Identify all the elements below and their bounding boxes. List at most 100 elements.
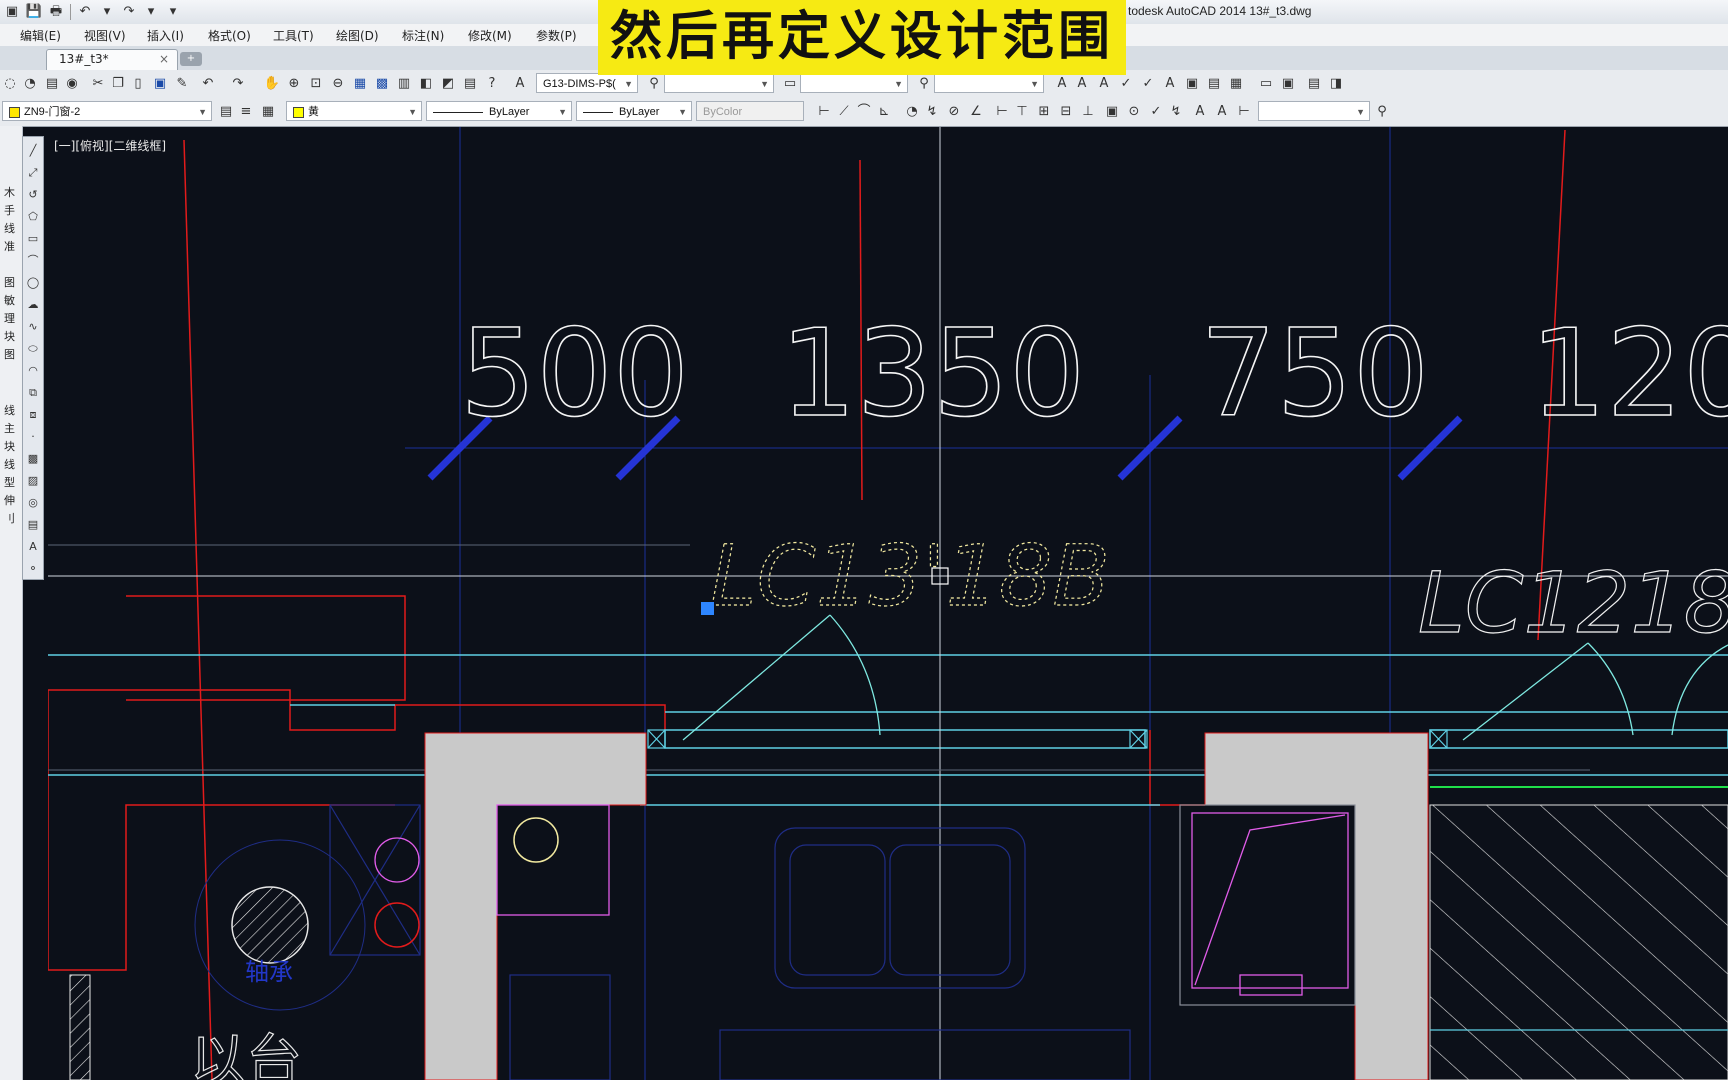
hatch-icon[interactable]: ▩: [25, 451, 41, 467]
table-icon[interactable]: ▭: [1256, 74, 1276, 94]
dim-ordinate-icon[interactable]: ⊾: [874, 102, 894, 122]
text-convert-icon[interactable]: ▦: [1226, 74, 1246, 94]
line-icon[interactable]: ╱: [25, 143, 41, 159]
layer-select[interactable]: ZN9-门窗-2 ▼: [2, 101, 212, 121]
app-menu-icon[interactable]: ▣: [2, 3, 22, 21]
dim-update-icon[interactable]: ⊢: [1234, 102, 1254, 122]
spell-check-icon[interactable]: ✓: [1116, 74, 1136, 94]
copy-icon[interactable]: ❐: [108, 74, 128, 94]
close-tab-icon[interactable]: ×: [159, 52, 169, 66]
region-icon[interactable]: ◎: [25, 495, 41, 511]
menu-format[interactable]: 格式(O): [208, 27, 251, 44]
linetype-select[interactable]: ByLayer ▼: [426, 101, 572, 121]
layer-properties-icon[interactable]: ▤: [216, 102, 236, 122]
inspect-icon[interactable]: ✓: [1146, 102, 1166, 122]
construction-line-icon[interactable]: ⤢: [25, 165, 41, 181]
text-icon[interactable]: A: [1052, 74, 1072, 94]
design-center-icon[interactable]: ▩: [372, 74, 392, 94]
zoom-realtime-icon[interactable]: ⊕: [284, 74, 304, 94]
window-tag-selected[interactable]: LC13'18B: [709, 526, 1110, 625]
dim-angular-icon[interactable]: ∠: [966, 102, 986, 122]
menu-draw[interactable]: 绘图(D): [336, 27, 379, 44]
center-mark-icon[interactable]: ⊙: [1124, 102, 1144, 122]
dim-baseline-icon[interactable]: ⊤: [1012, 102, 1032, 122]
text-style-icon[interactable]: A: [510, 74, 530, 94]
dim-linear-icon[interactable]: ⊢: [814, 102, 834, 122]
redo-dropdown-icon[interactable]: ▾: [141, 3, 161, 21]
jogged-linear-icon[interactable]: ↯: [1166, 102, 1186, 122]
make-current-layer-icon[interactable]: ≡: [236, 102, 256, 122]
multiline-text-icon[interactable]: A: [25, 539, 41, 555]
dim-text-edit-icon[interactable]: A: [1212, 102, 1232, 122]
dim-radius-icon[interactable]: ◔: [902, 102, 922, 122]
color-select[interactable]: 黄 ▼: [286, 101, 422, 121]
window-tag[interactable]: LC1218: [1417, 553, 1728, 652]
layout-edit-icon[interactable]: ◨: [1326, 74, 1346, 94]
dim-override-icon[interactable]: ⚲: [1372, 102, 1392, 122]
text-scale-icon[interactable]: A: [1160, 74, 1180, 94]
multileader-style-select[interactable]: ▼: [800, 73, 908, 93]
table-icon[interactable]: ▤: [25, 517, 41, 533]
zoom-previous-icon[interactable]: ⊖: [328, 74, 348, 94]
match-properties-icon[interactable]: ▣: [150, 74, 170, 94]
properties-icon[interactable]: ▦: [350, 74, 370, 94]
ellipse-icon[interactable]: ⬭: [25, 341, 41, 357]
new-tab-icon[interactable]: +: [180, 52, 202, 66]
undo-icon[interactable]: ↶: [198, 74, 218, 94]
menu-tools[interactable]: 工具(T): [273, 27, 314, 44]
polygon-icon[interactable]: ⬠: [25, 209, 41, 225]
dim-space-icon[interactable]: ⊟: [1056, 102, 1076, 122]
customize-dropdown-icon[interactable]: ▾: [163, 3, 183, 21]
drawing-canvas[interactable]: 500 1350 750 1200 LC13'18B LC1218: [48, 127, 1728, 1080]
polyline-icon[interactable]: ↺: [25, 187, 41, 203]
redo-icon[interactable]: ↷: [228, 74, 248, 94]
grip-handle[interactable]: [701, 602, 714, 615]
zoom-window-icon[interactable]: ⊡: [306, 74, 326, 94]
text-edit-icon[interactable]: A: [1072, 74, 1092, 94]
rectangle-icon[interactable]: ▭: [25, 231, 41, 247]
viewport-controls[interactable]: [一][俯视][二维线框]: [54, 137, 166, 154]
dim-aligned-icon[interactable]: ⟋: [834, 102, 854, 122]
table-style-icon[interactable]: ▭: [780, 74, 800, 94]
lineweight-select[interactable]: ByLayer ▼: [576, 101, 692, 121]
block-editor-icon[interactable]: ✎: [172, 74, 192, 94]
dim-break-icon[interactable]: ⊥: [1078, 102, 1098, 122]
publish-icon[interactable]: ◉: [62, 74, 82, 94]
qnew-icon[interactable]: ◌: [0, 74, 20, 94]
cut-icon[interactable]: ✂: [88, 74, 108, 94]
print-icon[interactable]: 🖶: [46, 3, 66, 21]
help-icon[interactable]: ?: [482, 74, 502, 94]
pan-icon[interactable]: ✋: [262, 74, 282, 94]
multileader-style-icon[interactable]: ⚲: [914, 74, 934, 94]
dim-continue-icon[interactable]: ⊞: [1034, 102, 1054, 122]
calculator-icon[interactable]: ▤: [460, 74, 480, 94]
find-text-icon[interactable]: ✓: [1138, 74, 1158, 94]
dimstyle-select-2[interactable]: ▼: [1258, 101, 1370, 121]
dim-edit-icon[interactable]: A: [1190, 102, 1210, 122]
spline-icon[interactable]: ∿: [25, 319, 41, 335]
markup-icon[interactable]: ◩: [438, 74, 458, 94]
layout-icon[interactable]: ▤: [1304, 74, 1324, 94]
gradient-icon[interactable]: ▨: [25, 473, 41, 489]
dim-arc-icon[interactable]: ⌒: [854, 102, 874, 122]
paste-icon[interactable]: ▯: [128, 74, 148, 94]
dimension-style-select[interactable]: G13-DIMS-P$(▼: [536, 73, 638, 93]
menu-insert[interactable]: 插入(I): [147, 27, 184, 44]
layer-previous-icon[interactable]: ▦: [258, 102, 278, 122]
menu-parameters[interactable]: 参数(P): [536, 27, 577, 44]
arc-icon[interactable]: ⌒: [25, 253, 41, 269]
add-selected-icon[interactable]: ⚬: [25, 561, 41, 577]
menu-modify[interactable]: 修改(M): [468, 27, 512, 44]
table-edit-icon[interactable]: ▣: [1278, 74, 1298, 94]
dim-jogged-icon[interactable]: ↯: [922, 102, 942, 122]
open-icon[interactable]: ◔: [20, 74, 40, 94]
undo-icon[interactable]: ↶: [75, 3, 95, 21]
dim-diameter-icon[interactable]: ⊘: [944, 102, 964, 122]
menu-view[interactable]: 视图(V): [84, 27, 126, 44]
tolerance-icon[interactable]: ▣: [1102, 102, 1122, 122]
menu-dimension[interactable]: 标注(N): [402, 27, 444, 44]
revision-cloud-icon[interactable]: ☁: [25, 297, 41, 313]
ellipse-arc-icon[interactable]: ◠: [25, 363, 41, 379]
text-style-icon-2[interactable]: A: [1094, 74, 1114, 94]
tool-palettes-icon[interactable]: ▥: [394, 74, 414, 94]
